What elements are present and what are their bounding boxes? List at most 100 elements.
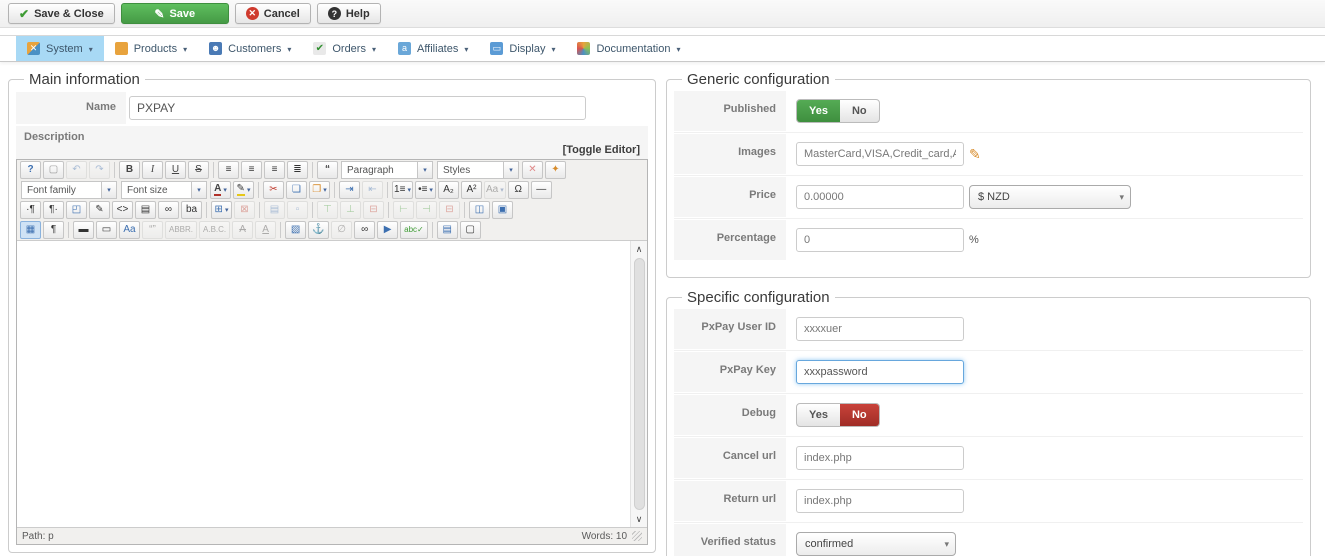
nav-item-customers[interactable]: ☻ Customers: [198, 36, 302, 61]
delete-row-button[interactable]: ⊟: [363, 201, 384, 219]
acronym-button[interactable]: A.B.C.: [199, 221, 230, 239]
price-input[interactable]: [796, 185, 964, 209]
print-button[interactable]: ▤: [135, 201, 156, 219]
published-yes-button[interactable]: Yes: [797, 100, 840, 122]
cell-properties-button[interactable]: ▫: [287, 201, 308, 219]
align-justify-button[interactable]: ≣: [287, 161, 308, 179]
published-toggle[interactable]: Yes No: [796, 99, 880, 123]
nav-item-documentation[interactable]: Documentation: [566, 36, 691, 61]
show-blocks-button[interactable]: ¶: [43, 221, 64, 239]
strikethrough-button[interactable]: S: [188, 161, 209, 179]
help-button[interactable]: ?: [20, 161, 41, 179]
new-document-button[interactable]: ▢: [43, 161, 64, 179]
pxpay-user-id-input[interactable]: [796, 317, 964, 341]
superscript-button[interactable]: A²: [461, 181, 482, 199]
paragraph-format-select[interactable]: Paragraph: [341, 161, 433, 179]
delete-table-button[interactable]: ⊠: [234, 201, 255, 219]
find-replace-button[interactable]: ba: [181, 201, 202, 219]
rtl-paragraph-button[interactable]: ¶·: [43, 201, 64, 219]
scroll-down-icon[interactable]: ∨: [631, 511, 648, 527]
scrollbar-thumb[interactable]: [634, 258, 645, 510]
insert-column-right-button[interactable]: ⊣: [416, 201, 437, 219]
insertion-button[interactable]: A: [255, 221, 276, 239]
spellcheck-button[interactable]: abc✓: [400, 221, 428, 239]
published-no-button[interactable]: No: [840, 100, 879, 122]
abbreviation-button[interactable]: ABBR.: [165, 221, 197, 239]
verified-status-select[interactable]: confirmed: [796, 532, 956, 556]
resize-grip-icon[interactable]: [632, 531, 642, 541]
cleanup-code-button[interactable]: ✦: [545, 161, 566, 179]
nav-item-affiliates[interactable]: a Affiliates: [387, 36, 479, 61]
scroll-up-icon[interactable]: ∧: [631, 241, 648, 257]
row-properties-button[interactable]: ▤: [264, 201, 285, 219]
redo-button[interactable]: ↷: [89, 161, 110, 179]
cut-button[interactable]: ✂: [263, 181, 284, 199]
debug-no-button[interactable]: No: [840, 404, 879, 426]
special-character-button[interactable]: Ω: [508, 181, 529, 199]
insert-table-button[interactable]: ⊞: [211, 201, 232, 219]
style-props-button[interactable]: Aa: [484, 181, 506, 199]
page-break-button[interactable]: ▬: [73, 221, 94, 239]
move-layer-button[interactable]: ▢: [460, 221, 481, 239]
insert-column-left-button[interactable]: ⊢: [393, 201, 414, 219]
insert-row-above-button[interactable]: ⊤: [317, 201, 338, 219]
font-family-select[interactable]: Font family: [21, 181, 117, 199]
paste-button[interactable]: ❐: [309, 181, 330, 199]
undo-button[interactable]: ↶: [66, 161, 87, 179]
outdent-button[interactable]: ⇤: [362, 181, 383, 199]
editor-scrollbar[interactable]: ∧ ∨: [630, 241, 647, 527]
editor-content[interactable]: ∧ ∨: [17, 240, 647, 527]
anchor-button[interactable]: ⚓: [308, 221, 329, 239]
toggle-editor-link[interactable]: [Toggle Editor]: [24, 144, 640, 156]
copy-button[interactable]: ❏: [286, 181, 307, 199]
align-left-button[interactable]: ≡: [218, 161, 239, 179]
visual-characters-button[interactable]: Aa: [119, 221, 140, 239]
align-center-button[interactable]: ≡: [241, 161, 262, 179]
subscript-button[interactable]: A₂: [438, 181, 459, 199]
images-input[interactable]: [796, 142, 964, 166]
italic-button[interactable]: I: [142, 161, 163, 179]
unlink-button[interactable]: ∅: [331, 221, 352, 239]
delete-column-button[interactable]: ⊟: [439, 201, 460, 219]
debug-toggle[interactable]: Yes No: [796, 403, 880, 427]
name-input[interactable]: [129, 96, 586, 120]
merge-cells-button[interactable]: ▣: [492, 201, 513, 219]
deletion-button[interactable]: A: [232, 221, 253, 239]
nav-item-orders[interactable]: ✔ Orders: [302, 36, 387, 61]
insert-row-below-button[interactable]: ⊥: [340, 201, 361, 219]
ordered-list-button[interactable]: 1≡: [392, 181, 413, 199]
help-button[interactable]: ? Help: [317, 3, 381, 24]
toggle-guidelines-button[interactable]: ▦: [20, 221, 41, 239]
currency-select[interactable]: $ NZD: [969, 185, 1131, 209]
horizontal-rule-button[interactable]: —: [531, 181, 552, 199]
nav-item-system[interactable]: ✕ System: [16, 36, 104, 61]
nav-item-products[interactable]: Products: [104, 36, 198, 61]
edit-pencil-icon[interactable]: ✎: [969, 146, 981, 163]
cancel-url-input[interactable]: [796, 446, 964, 470]
underline-button[interactable]: U: [165, 161, 186, 179]
pxpay-key-input[interactable]: [796, 360, 964, 384]
insert-media-button[interactable]: ▶: [377, 221, 398, 239]
insert-image-button[interactable]: ▧: [285, 221, 306, 239]
bold-button[interactable]: B: [119, 161, 140, 179]
fullscreen-button[interactable]: ◰: [66, 201, 87, 219]
find-button[interactable]: ∞: [158, 201, 179, 219]
ltr-paragraph-button[interactable]: ·¶: [20, 201, 41, 219]
return-url-input[interactable]: [796, 489, 964, 513]
font-size-select[interactable]: Font size: [121, 181, 207, 199]
save-close-button[interactable]: ✔ Save & Close: [8, 3, 115, 24]
citation-button[interactable]: “”: [142, 221, 163, 239]
styles-select[interactable]: Styles: [437, 161, 519, 179]
percentage-input[interactable]: [796, 228, 964, 252]
cancel-button[interactable]: ✕ Cancel: [235, 3, 311, 24]
edit-html-button[interactable]: ✎: [89, 201, 110, 219]
insert-layer-button[interactable]: ▤: [437, 221, 458, 239]
unordered-list-button[interactable]: •≡: [415, 181, 436, 199]
debug-yes-button[interactable]: Yes: [797, 404, 840, 426]
source-code-button[interactable]: <>: [112, 201, 133, 219]
split-cells-button[interactable]: ◫: [469, 201, 490, 219]
highlight-color-button[interactable]: ✎: [233, 181, 254, 199]
remove-format-button[interactable]: ✕: [522, 161, 543, 179]
insert-template-button[interactable]: ▭: [96, 221, 117, 239]
indent-button[interactable]: ⇥: [339, 181, 360, 199]
